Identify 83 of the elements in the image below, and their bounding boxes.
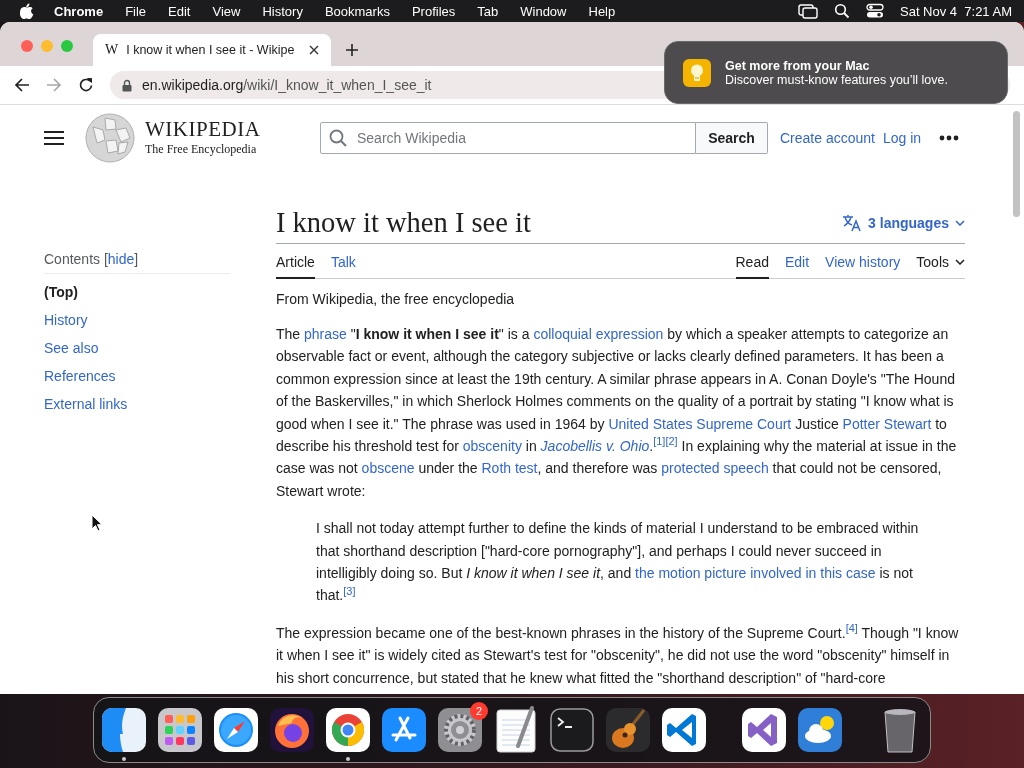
menu-item[interactable]: Window xyxy=(520,3,567,19)
clock[interactable]: Sat Nov 4 7:21 AM xyxy=(900,3,1012,19)
lightbulb-icon xyxy=(683,58,711,87)
menu-item[interactable]: File xyxy=(125,3,147,19)
infinity-ribbon-icon[interactable] xyxy=(740,706,788,754)
link[interactable]: United States Supreme Court xyxy=(608,415,792,432)
control-center-icon[interactable] xyxy=(866,3,884,19)
link[interactable]: obscenity xyxy=(462,438,522,455)
link[interactable]: colloquial expression xyxy=(533,326,664,342)
contents-item[interactable]: (Top) xyxy=(44,278,230,306)
notification-banner[interactable]: Get more from your Mac Discover must-know features you’ll love. xyxy=(664,41,1008,104)
notification-badge: 2 xyxy=(470,702,488,720)
search-field[interactable]: Search Wikipedia xyxy=(320,122,696,154)
new-tab-icon[interactable] xyxy=(345,43,359,57)
article-tagline: From Wikipedia, the free encyclopedia xyxy=(276,290,516,308)
split-tile-icon[interactable] xyxy=(100,706,148,754)
chevron-ribbon-icon[interactable] xyxy=(660,706,708,754)
guitar-icon[interactable] xyxy=(604,706,652,754)
user-link[interactable]: Create account xyxy=(780,130,875,146)
contents-item[interactable]: See also xyxy=(44,334,230,362)
menu-item[interactable]: Profiles xyxy=(411,3,456,19)
menu-item[interactable]: Tab xyxy=(477,3,499,19)
page-tab[interactable]: Talk xyxy=(330,254,356,279)
page-tab[interactable]: View history xyxy=(825,254,901,279)
browser-tab[interactable]: W I know it when I see it - Wikipe xyxy=(93,34,331,66)
page-tab[interactable]: Article xyxy=(276,254,315,279)
contents-item[interactable]: External links xyxy=(44,390,230,418)
app-menu[interactable]: Chrome xyxy=(54,3,104,19)
link[interactable]: protected speech xyxy=(661,460,769,477)
link[interactable]: Roth test xyxy=(481,460,538,477)
search-icon xyxy=(329,129,347,147)
reload-icon[interactable] xyxy=(78,77,94,93)
scrollbar-thumb[interactable] xyxy=(1013,111,1020,217)
menu-item[interactable]: Edit xyxy=(168,3,191,19)
screen-mirroring-icon[interactable] xyxy=(798,3,818,19)
more-icon[interactable] xyxy=(939,135,960,141)
notification-body: Discover must-know features you’ll love. xyxy=(725,72,948,87)
wikipedia-tagline: The Free Encyclopedia xyxy=(145,142,258,157)
link[interactable]: the motion picture involved in this case xyxy=(635,565,876,582)
close-icon[interactable] xyxy=(309,45,319,55)
compass-icon[interactable] xyxy=(212,706,260,754)
menu-icon[interactable] xyxy=(44,130,64,146)
languages-button[interactable]: 3 languages xyxy=(842,213,965,232)
contents-item[interactable]: History xyxy=(44,306,230,334)
footnote-link[interactable]: [3] xyxy=(343,584,356,597)
link[interactable]: phrase xyxy=(304,326,347,342)
search-button[interactable]: Search xyxy=(696,122,768,154)
lock-icon xyxy=(122,78,132,92)
block-quote: I shall not today attempt further to define the kinds of material I understand to be embraced within that shorthand description ["hard-core pornography"], and perhaps I could never succeed in intelligibly doing so. But I know it when I see it, and the motion picture involved in this case is not that.$^{[3]}$ xyxy=(316,519,920,606)
favicon: W xyxy=(105,42,119,58)
flame-globe-icon[interactable] xyxy=(268,706,316,754)
article-title: I know it when I see it xyxy=(276,206,531,240)
chevron-down-icon xyxy=(955,259,965,265)
paragraph: The phrase "I know it when I see it" is a colloquial expression by which a speaker attempts to categorize an observable fact or event, although the category subjective or lacks clearly defined parameters. It has been a common expression since at least the 19th century. A similar phrase appears in A. Conan Doyle's "The Hound of the Baskervilles," in which Sherlock Holmes comments on the quality of a portrait by stating "I know what is good when I see it." The phrase was used in 1964 by United States Supreme Court Justice Potter Stewart to describe his threshold test for obscenity in Jacobellis v. Ohio.$^{[1][2]}$ In explaining why the material at issue in the case was not obscene under the Roth test, and therefore was protected speech that could not be censored, Stewart wrote: xyxy=(276,325,958,501)
menu-item[interactable]: History xyxy=(262,3,303,19)
terminal-icon[interactable] xyxy=(548,706,596,754)
notification-title: Get more from your Mac xyxy=(725,58,871,73)
tools-menu[interactable]: Tools xyxy=(916,254,965,278)
chevron-down-icon xyxy=(955,219,965,226)
footnote-link[interactable]: [4] xyxy=(845,622,858,635)
apple-icon[interactable] xyxy=(20,3,34,19)
contents-item[interactable]: References xyxy=(44,362,230,390)
app-grid-icon[interactable] xyxy=(156,706,204,754)
link[interactable]: obscene xyxy=(361,460,415,477)
user-link[interactable]: Log in xyxy=(882,130,922,146)
menu-item[interactable]: Bookmarks xyxy=(324,3,390,19)
paragraph: The expression became one of the best-known phrases in the history of the Supreme Court.$^{[4]}$ Though "I know it when I see it" is widely cited as Stewart's test for "obscenity", he did not use the word "obscenity" himself in his short concurrence, but stated that he knew what fitted the "shorthand description" of "hard-core xyxy=(276,621,960,688)
translate-icon xyxy=(842,213,863,232)
contents-heading: Contents [hide] xyxy=(44,251,230,274)
stylized-a-icon[interactable] xyxy=(380,706,428,754)
gear-icon[interactable] xyxy=(436,706,484,754)
menu-item[interactable]: Help xyxy=(588,3,616,19)
search-icon[interactable] xyxy=(834,3,850,19)
search-input[interactable]: Search Wikipedia xyxy=(355,129,687,147)
wikipedia-wordmark[interactable]: WIKIPEDIA xyxy=(145,119,320,140)
menu-item[interactable]: View xyxy=(212,3,241,19)
cloud-sun-icon[interactable] xyxy=(796,706,844,754)
back-icon[interactable] xyxy=(14,77,30,93)
page-tab[interactable]: Read xyxy=(735,254,769,279)
page-tab[interactable]: Edit xyxy=(784,254,810,279)
link[interactable]: Potter Stewart xyxy=(842,415,932,432)
footnote-link[interactable]: [1][2] xyxy=(653,435,678,448)
mouse-pointer-icon xyxy=(91,514,103,532)
